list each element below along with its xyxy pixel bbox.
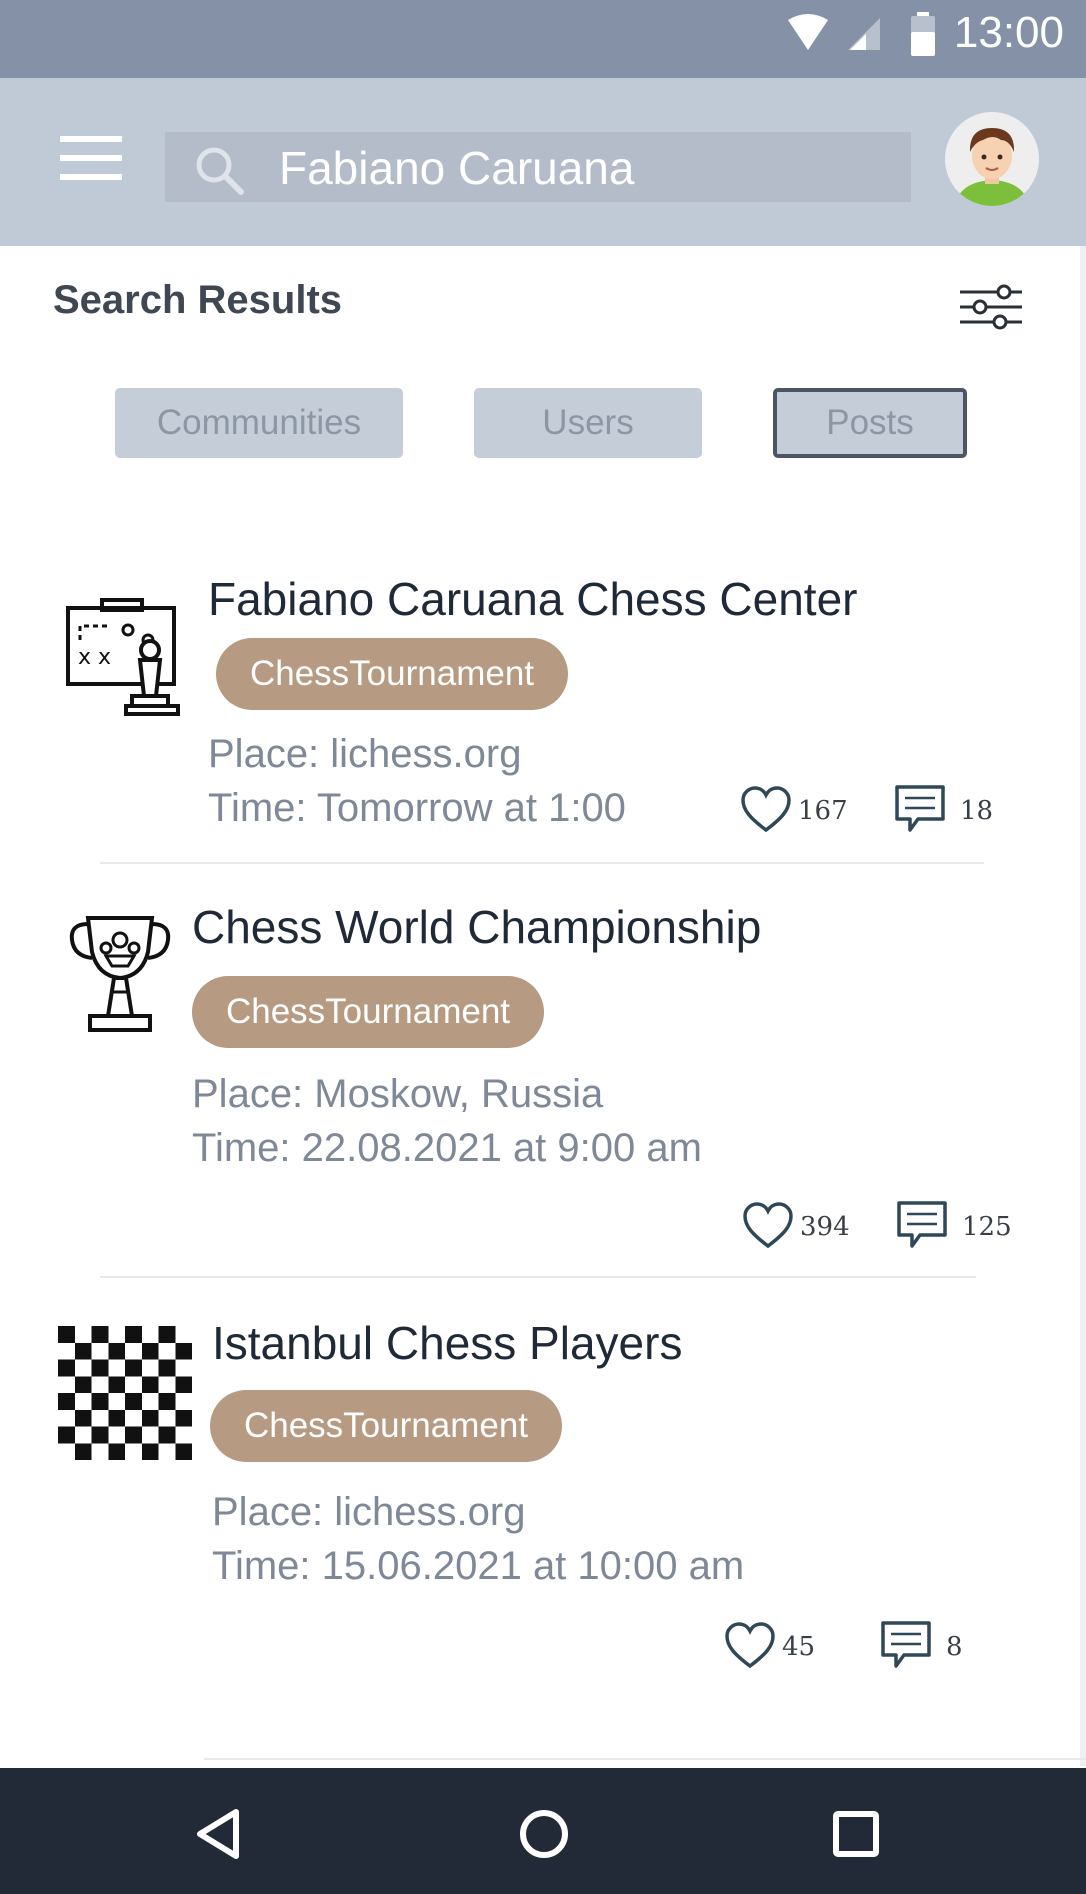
filter-settings-icon[interactable]	[958, 282, 1024, 332]
battery-icon	[911, 12, 935, 56]
tag-chip[interactable]: ChessTournament	[216, 638, 568, 710]
post-place: Place: lichess.org	[208, 732, 522, 776]
like-button[interactable]: 394	[742, 1202, 858, 1252]
cell-signal-icon	[848, 18, 880, 50]
menu-icon-line	[60, 155, 122, 161]
comment-button[interactable]: 8	[880, 1620, 990, 1672]
divider	[100, 862, 984, 864]
post-title[interactable]: Chess World Championship	[192, 900, 761, 954]
heart-icon	[743, 1202, 793, 1249]
tab-communities[interactable]: Communities	[115, 388, 403, 458]
chess-trophy-icon	[69, 916, 171, 1032]
search-icon	[196, 147, 244, 195]
status-time: 13:00	[953, 8, 1064, 57]
post-time: Time: 22.08.2021 at 9:00 am	[192, 1126, 702, 1170]
page-title: Search Results	[53, 278, 343, 322]
divider	[204, 1758, 1086, 1760]
status-bar: 13:00	[0, 0, 1086, 78]
comment-icon	[895, 785, 945, 832]
comment-button[interactable]: 18	[894, 784, 1014, 836]
home-icon[interactable]	[516, 1806, 572, 1862]
wifi-icon	[788, 14, 828, 50]
avatar[interactable]	[945, 112, 1039, 206]
svg-text:x x: x x	[78, 645, 111, 670]
chess-strategy-board-icon: x x	[66, 598, 180, 716]
post-time: Time: Tomorrow at 1:00	[208, 786, 626, 830]
like-button[interactable]: 45	[724, 1622, 824, 1672]
recent-apps-icon[interactable]	[828, 1806, 884, 1862]
comment-count: 125	[962, 1212, 1012, 1242]
menu-button[interactable]	[60, 136, 124, 180]
tag-chip[interactable]: ChessTournament	[192, 976, 544, 1048]
comment-icon	[897, 1201, 947, 1248]
comment-count: 8	[946, 1632, 963, 1662]
search-input[interactable]	[277, 136, 901, 200]
tab-posts[interactable]: Posts	[773, 388, 967, 458]
tab-users[interactable]: Users	[474, 388, 702, 458]
app-bar	[0, 78, 1086, 246]
comment-count: 18	[960, 796, 994, 826]
like-button[interactable]: 167	[740, 786, 850, 836]
user-avatar-icon	[945, 112, 1039, 206]
heart-icon	[741, 786, 791, 833]
post-title[interactable]: Istanbul Chess Players	[212, 1316, 682, 1370]
comment-button[interactable]: 125	[896, 1200, 1026, 1252]
chessboard-icon	[58, 1326, 192, 1460]
tag-chip[interactable]: ChessTournament	[210, 1390, 562, 1462]
like-count: 394	[800, 1212, 850, 1242]
post-place: Place: Moskow, Russia	[192, 1072, 604, 1116]
comment-icon	[881, 1621, 931, 1668]
like-count: 167	[798, 796, 848, 826]
like-count: 45	[782, 1632, 816, 1662]
back-icon[interactable]	[190, 1806, 246, 1862]
menu-icon-line	[60, 136, 122, 142]
divider	[100, 1276, 976, 1278]
post-place: Place: lichess.org	[212, 1490, 526, 1534]
post-title[interactable]: Fabiano Caruana Chess Center	[208, 572, 857, 626]
heart-icon	[725, 1622, 775, 1669]
search-bar[interactable]	[165, 132, 911, 202]
menu-icon-line	[60, 174, 122, 180]
post-time: Time: 15.06.2021 at 10:00 am	[212, 1544, 745, 1588]
navigation-bar	[0, 1768, 1086, 1894]
scroll-edge	[1080, 246, 1086, 1766]
